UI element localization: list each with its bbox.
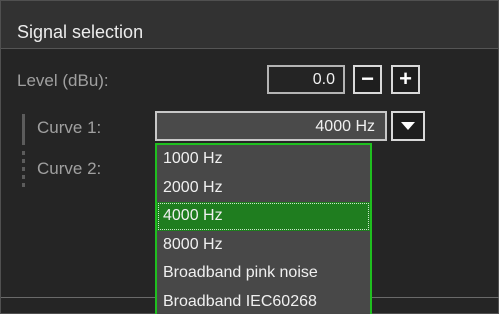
divider (1, 297, 155, 298)
signal-selection-panel: Signal selection Level (dBu): 0.0 − + Cu… (0, 0, 499, 314)
dropdown-option[interactable]: 2000 Hz (157, 174, 370, 203)
level-input[interactable]: 0.0 (267, 65, 345, 94)
curve1-select[interactable]: 4000 Hz (155, 111, 387, 141)
curve2-label: Curve 2: (37, 159, 102, 178)
curve1-indicator (22, 114, 25, 145)
curve2-indicator (22, 151, 25, 188)
level-decrease-button[interactable]: − (353, 65, 382, 94)
curve1-dropdown-button[interactable] (391, 111, 425, 141)
curve1-label: Curve 1: (37, 118, 102, 137)
dropdown-option[interactable]: 8000 Hz (157, 231, 370, 260)
divider (372, 297, 499, 298)
dropdown-option[interactable]: Broadband IEC60268 (157, 288, 370, 314)
chevron-down-icon (401, 122, 415, 130)
curve1-dropdown-list: 1000 Hz 2000 Hz 4000 Hz 8000 Hz Broadban… (155, 143, 372, 314)
level-label: Level (dBu): (17, 71, 109, 90)
level-increase-button[interactable]: + (391, 65, 420, 94)
panel-header: Signal selection (1, 1, 498, 49)
dropdown-option[interactable]: 1000 Hz (157, 145, 370, 174)
dropdown-option[interactable]: Broadband pink noise (157, 259, 370, 288)
dropdown-option-selected[interactable]: 4000 Hz (157, 202, 370, 231)
panel-title: Signal selection (17, 22, 144, 42)
